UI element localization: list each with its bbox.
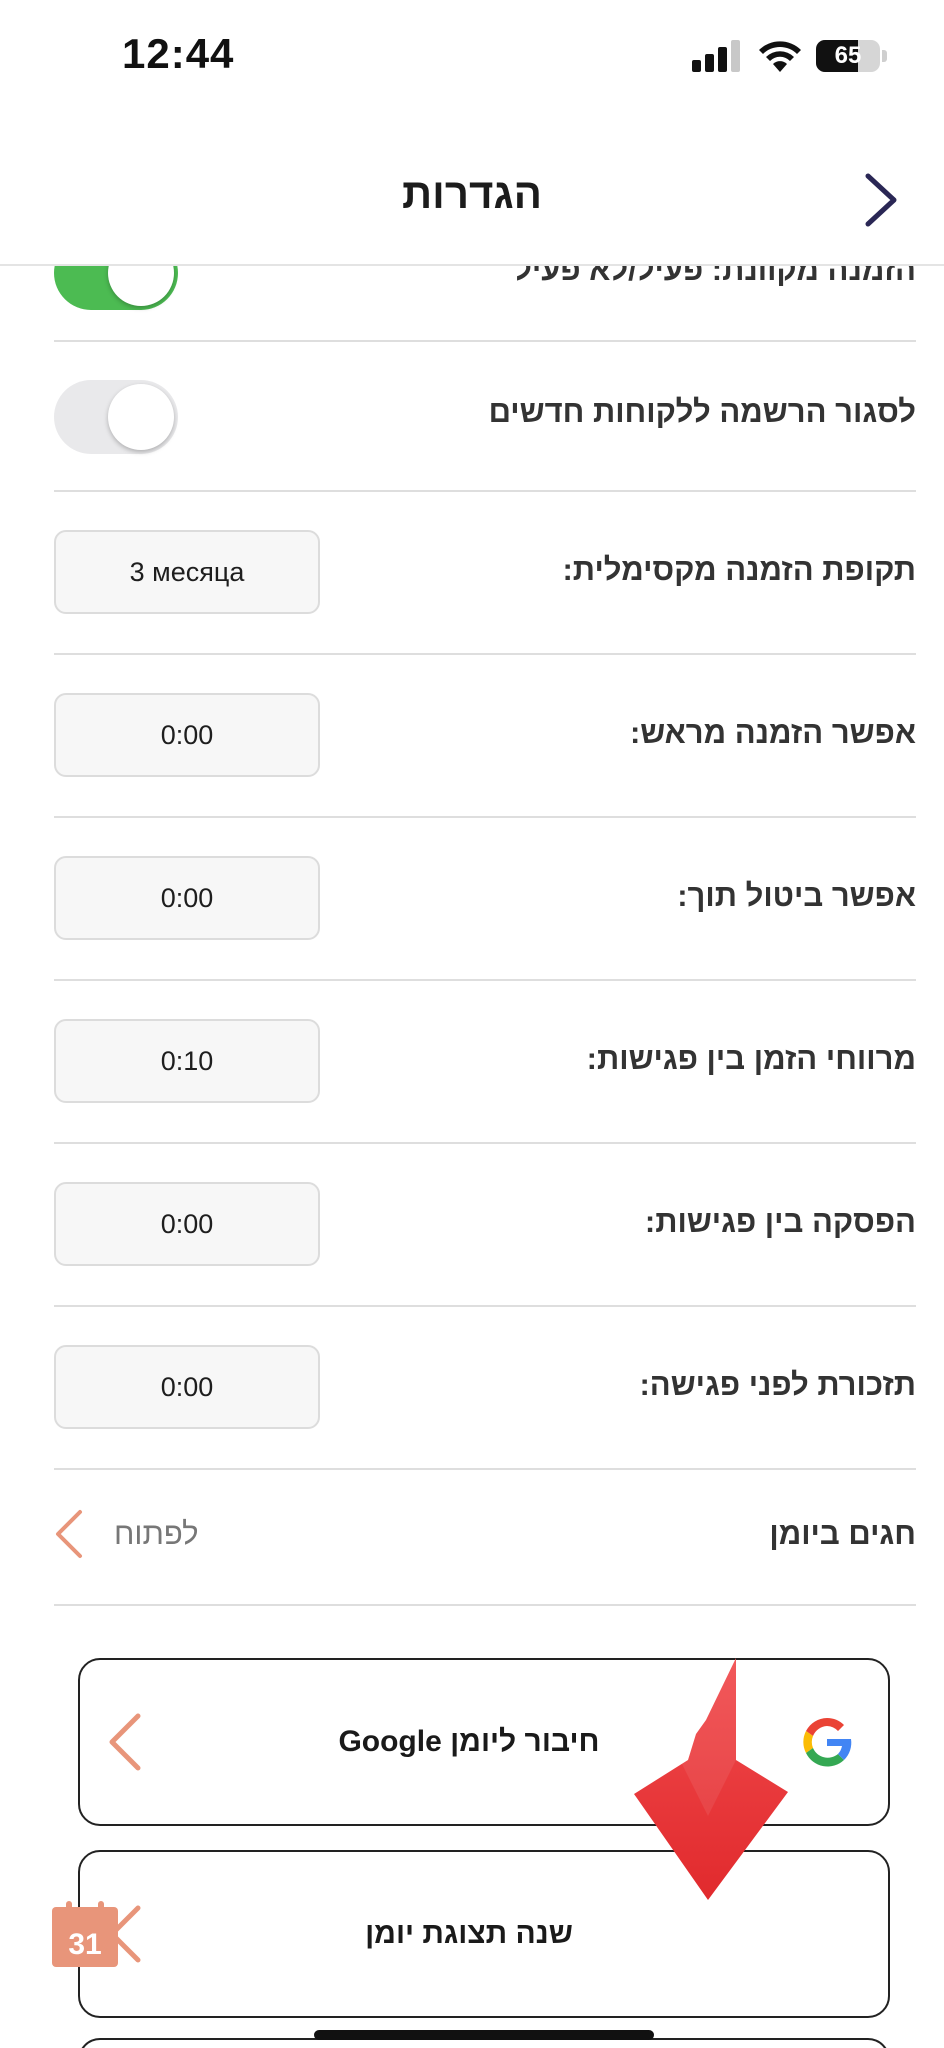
- online-booking-toggle[interactable]: [54, 266, 178, 310]
- red-arrow-annotation: [634, 1658, 788, 1900]
- advance-booking-row: 0:00 אפשר הזמנה מראש:: [54, 655, 916, 817]
- close-registration-toggle[interactable]: [54, 380, 178, 454]
- back-button[interactable]: [850, 170, 910, 230]
- online-booking-label: הזמנה מקוונת: פעיל/לא פעיל: [514, 266, 916, 287]
- advance-booking-label: אפשר הזמנה מראש:: [629, 715, 916, 750]
- max-booking-period-row: 3 месяца תקופת הזמנה מקסימלית:: [54, 492, 916, 654]
- break-between-field[interactable]: 0:00: [54, 1182, 320, 1266]
- toggle-knob: [108, 384, 174, 450]
- status-bar: 12:44 65: [0, 0, 944, 110]
- time-intervals-field[interactable]: 0:10: [54, 1019, 320, 1103]
- close-registration-row: לסגור הרשמה ללקוחות חדשים: [54, 342, 916, 492]
- online-booking-row: הזמנה מקוונת: פעיל/לא פעיל: [54, 266, 916, 336]
- settings-list[interactable]: הזמנה מקוונת: פעיל/לא פעיל לסגור הרשמה ל…: [0, 266, 944, 1606]
- holidays-calendar-label: חגים ביומן: [769, 1516, 916, 1551]
- chevron-right-icon: [865, 173, 897, 227]
- page-title: הגדרות: [402, 170, 542, 217]
- time-intervals-label: מרווחי הזמן בין פגישות:: [586, 1041, 916, 1076]
- advance-booking-field[interactable]: 0:00: [54, 693, 320, 777]
- max-booking-period-label: תקופת הזמנה מקסימלית:: [562, 552, 916, 587]
- cancel-within-row: 0:00 אפשר ביטול תוך:: [54, 818, 916, 980]
- row-divider: [54, 1604, 916, 1606]
- toggle-knob: [108, 266, 174, 306]
- navigation-header: הגדרות: [0, 150, 944, 266]
- holidays-open-link[interactable]: לפתוח: [54, 1508, 199, 1560]
- calendar-icon: 31: [52, 1901, 118, 1967]
- cancel-within-field[interactable]: 0:00: [54, 856, 320, 940]
- calendar-header: [52, 1907, 118, 1923]
- google-icon: [803, 1717, 852, 1767]
- wifi-icon: [759, 41, 801, 72]
- battery-cap: [882, 50, 887, 62]
- close-registration-label: לסגור הרשמה ללקוחות חדשים: [488, 394, 916, 429]
- cellular-signal-icon: [692, 40, 740, 72]
- calendar-view-label: שנה תצוגת יומן: [365, 1917, 573, 1950]
- chevron-left-icon: [56, 1510, 82, 1558]
- status-time: 12:44: [122, 30, 235, 77]
- calendar-day-number: 31: [52, 1923, 118, 1967]
- holidays-calendar-row[interactable]: לפתוח חגים ביומן: [54, 1470, 916, 1600]
- battery-icon: 65: [816, 40, 880, 72]
- holidays-open-text: לפתוח: [114, 1516, 199, 1551]
- battery-percentage: 65: [834, 42, 862, 69]
- break-between-label: הפסקה בין פגישות:: [644, 1204, 916, 1239]
- time-intervals-row: 0:10 מרווחי הזמן בין פגישות:: [54, 981, 916, 1143]
- reminder-before-row: 0:00 תזכורת לפני פגישה:: [54, 1307, 916, 1469]
- chevron-left-icon: [109, 1713, 141, 1771]
- cancel-within-label: אפשר ביטול תוך:: [677, 878, 916, 913]
- home-indicator[interactable]: [314, 2030, 654, 2040]
- reminder-before-label: תזכורת לפני פגישה:: [639, 1367, 916, 1402]
- break-between-row: 0:00 הפסקה בין פגישות:: [54, 1144, 916, 1306]
- reminder-before-field[interactable]: 0:00: [54, 1345, 320, 1429]
- max-booking-period-field[interactable]: 3 месяца: [54, 530, 320, 614]
